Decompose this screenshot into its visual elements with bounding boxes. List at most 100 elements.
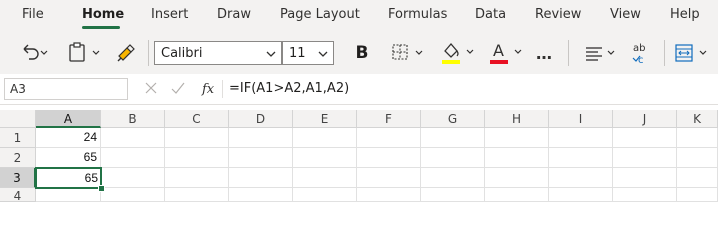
ribbon-separator [664,40,665,66]
cell-j2[interactable] [613,148,677,168]
cell-g4[interactable] [421,188,485,202]
cell-g1[interactable] [421,128,485,148]
column-header-i[interactable]: I [549,110,613,128]
menu-review[interactable]: Review [535,0,581,32]
cell-c1[interactable] [165,128,229,148]
merge-icon [675,44,707,62]
menu-help[interactable]: Help [670,0,700,32]
formula-input[interactable]: =IF(A1>A2,A1,A2) [229,79,349,99]
cell-g3[interactable] [421,168,485,188]
cell-f3[interactable] [357,168,421,188]
column-header-g[interactable]: G [421,110,485,128]
chevron-down-icon [318,51,328,57]
cell-b4[interactable] [101,188,165,202]
menu-file[interactable]: File [22,0,44,32]
menu-insert[interactable]: Insert [151,0,188,32]
column-header-a[interactable]: A [36,110,101,128]
format-painter-button[interactable] [110,32,142,74]
chevron-down-icon [266,51,276,57]
cell-c4[interactable] [165,188,229,202]
fill-handle[interactable] [98,185,105,192]
align-button[interactable] [580,32,620,74]
cell-d4[interactable] [229,188,293,202]
cell-k2[interactable] [677,148,718,168]
name-box[interactable]: A3 [4,78,128,100]
cell-k1[interactable] [677,128,718,148]
menu-data[interactable]: Data [475,0,506,32]
cell-j1[interactable] [613,128,677,148]
cancel-icon[interactable] [145,82,157,94]
cell-d1[interactable] [229,128,293,148]
enter-icon[interactable] [171,82,185,94]
cell-f4[interactable] [357,188,421,202]
menu-formulas[interactable]: Formulas [388,0,447,32]
cell-a3[interactable]: 65 [35,167,102,189]
column-header-j[interactable]: J [613,110,677,128]
active-tab-indicator [82,26,120,29]
cell-f2[interactable] [357,148,421,168]
row-header-2[interactable]: 2 [0,148,36,168]
paste-button[interactable] [64,32,104,74]
spelling-icon: ab c [632,43,645,66]
column-header-e[interactable]: E [293,110,357,128]
cell-a4[interactable] [36,188,101,202]
row-header-3[interactable]: 3 [0,168,36,188]
cell-i4[interactable] [549,188,613,202]
cell-f1[interactable] [357,128,421,148]
align-icon [586,47,615,61]
bold-button[interactable]: B [348,32,376,74]
row-header-1[interactable]: 1 [0,128,36,148]
cell-d3[interactable] [229,168,293,188]
font-name-dropdown[interactable]: Calibri [154,41,282,65]
font-color-button[interactable]: A [484,32,528,74]
cell-c3[interactable] [165,168,229,188]
cell-k3[interactable] [677,168,718,188]
more-button[interactable]: … [530,32,558,74]
column-header-h[interactable]: H [485,110,549,128]
column-header-f[interactable]: F [357,110,421,128]
insert-function-icon[interactable]: fx [201,82,215,97]
formula-bar: A3 fx =IF(A1>A2,A1,A2) [0,74,718,105]
spreadsheet-grid: A B C D E F G H I J K 1 2 3 4 24 65 65 [0,110,718,203]
cell-e3[interactable] [293,168,357,188]
cell-d2[interactable] [229,148,293,168]
cell-k4[interactable] [677,188,718,202]
cell-a2[interactable]: 65 [36,148,101,168]
cell-b3[interactable] [101,168,165,188]
borders-button[interactable] [386,32,428,74]
font-color-icon: A [490,41,522,64]
select-all-corner[interactable] [0,110,36,128]
row-header-4[interactable]: 4 [0,188,36,203]
cell-c2[interactable] [165,148,229,168]
cell-a1[interactable]: 24 [36,128,101,148]
menu-page-layout[interactable]: Page Layout [280,0,360,32]
column-header-k[interactable]: K [677,110,718,128]
cell-e2[interactable] [293,148,357,168]
cell-e1[interactable] [293,128,357,148]
column-header-b[interactable]: B [101,110,165,128]
cell-i1[interactable] [549,128,613,148]
cell-g2[interactable] [421,148,485,168]
cell-j3[interactable] [613,168,677,188]
formula-bar-buttons: fx [138,78,220,100]
cell-b1[interactable] [101,128,165,148]
column-header-c[interactable]: C [165,110,229,128]
column-header-d[interactable]: D [229,110,293,128]
cell-h3[interactable] [485,168,549,188]
fill-color-button[interactable] [436,32,480,74]
font-size-dropdown[interactable]: 11 [282,41,334,65]
undo-button[interactable] [14,32,54,74]
bold-icon: B [355,43,369,63]
cell-j4[interactable] [613,188,677,202]
merge-button[interactable] [670,32,714,74]
cell-h2[interactable] [485,148,549,168]
cell-h4[interactable] [485,188,549,202]
cell-b2[interactable] [101,148,165,168]
cell-i3[interactable] [549,168,613,188]
menu-view[interactable]: View [610,0,641,32]
cell-i2[interactable] [549,148,613,168]
spelling-button[interactable]: ab c [628,32,656,74]
cell-h1[interactable] [485,128,549,148]
cell-e4[interactable] [293,188,357,202]
menu-draw[interactable]: Draw [217,0,251,32]
